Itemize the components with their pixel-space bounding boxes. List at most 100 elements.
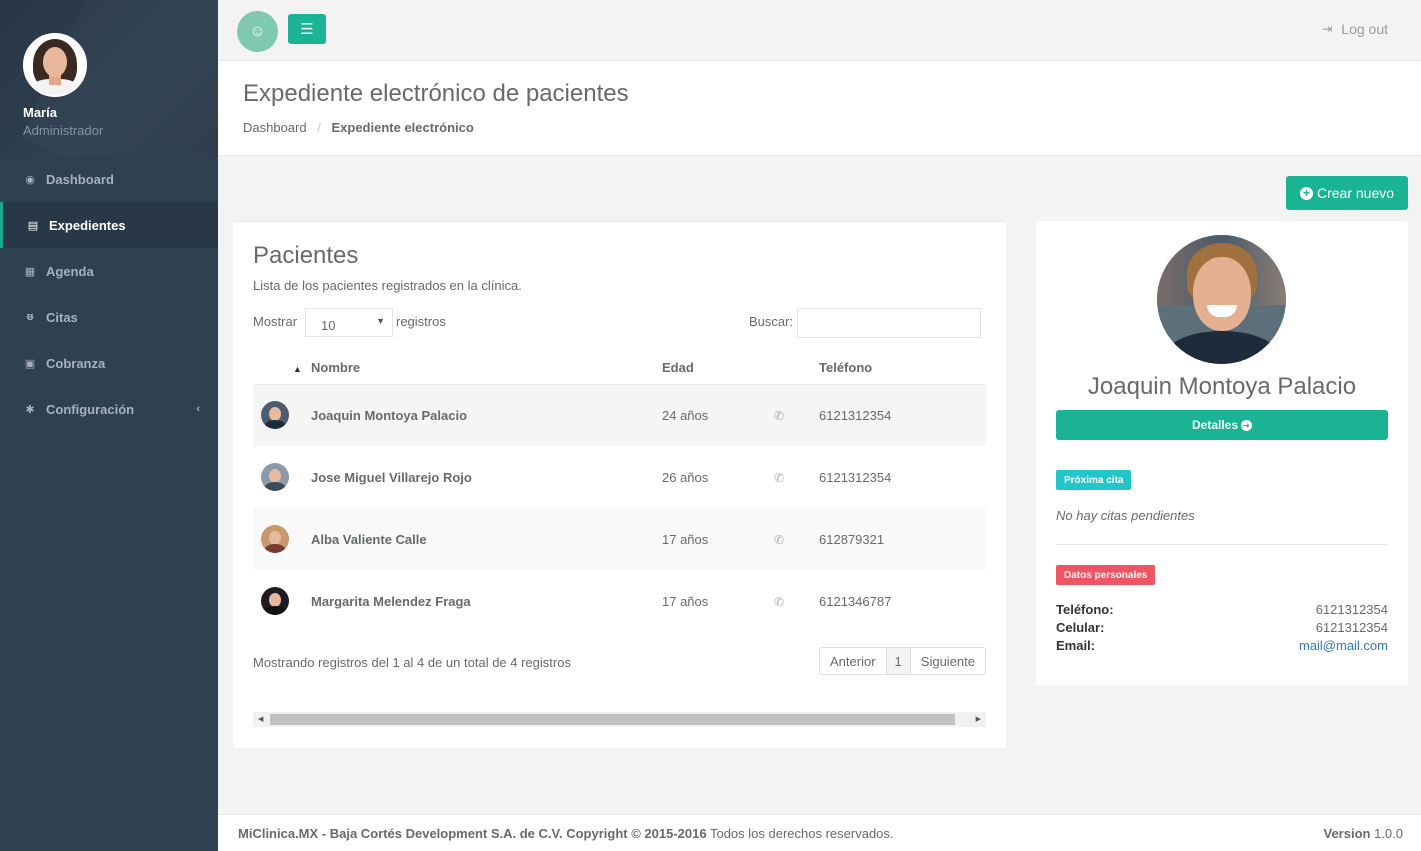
column-header-phone-icon[interactable] <box>774 352 819 385</box>
phone-icon: ✆ <box>774 470 785 485</box>
user-name[interactable]: María <box>23 105 218 120</box>
sort-column-header[interactable]: ▲ <box>253 352 311 385</box>
version-label: Version <box>1323 825 1371 841</box>
patient-age: 24 años <box>662 384 774 446</box>
clinic-logo-icon[interactable]: ☺ <box>237 11 278 52</box>
menu-toggle-button[interactable]: ☰ <box>288 14 326 44</box>
details-button[interactable]: Detalles ➜ <box>1056 410 1388 440</box>
scrollbar-thumb[interactable] <box>270 714 955 725</box>
phone-icon: ✆ <box>774 532 785 547</box>
file-icon: ▤ <box>27 219 39 232</box>
search-input[interactable] <box>797 308 981 338</box>
patient-phone: 6121312354 <box>819 469 892 485</box>
sidebar: María Administrador ◉ Dashboard ▤ Expedi… <box>0 0 218 851</box>
pagination-page[interactable]: 1 <box>886 648 911 674</box>
patient-avatar <box>261 525 289 553</box>
search-label: Buscar: <box>749 314 794 329</box>
plus-circle-icon: + <box>1299 186 1313 200</box>
create-new-label: Crear nuevo <box>1316 185 1395 201</box>
sidebar-item-label: Dashboard <box>46 171 114 187</box>
user-avatar[interactable] <box>23 33 87 97</box>
sidebar-item-citas[interactable]: ᵿ Citas <box>0 294 218 340</box>
sidebar-item-expedientes[interactable]: ▤ Expedientes <box>0 202 218 248</box>
money-icon: ▣ <box>24 357 36 370</box>
sidebar-item-label: Configuración <box>46 401 135 417</box>
version: Version 1.0.0 <box>1323 826 1403 841</box>
footer: MiClinica.MX - Baja Cortés Development S… <box>218 814 1421 851</box>
table-row[interactable]: Alba Valiente Calle 17 años ✆ 612879321 <box>253 508 986 570</box>
patient-age: 17 años <box>662 593 709 609</box>
copyright-rights: Todos los derechos reservados. <box>709 825 894 841</box>
page-length-select[interactable]: 10 ▼ <box>305 308 393 337</box>
stethoscope-icon: ᵿ <box>26 311 34 323</box>
page-length-value: 10 <box>321 318 336 333</box>
phone-value: 6121312354 <box>1315 602 1388 617</box>
sidebar-item-agenda[interactable]: ▦ Agenda <box>0 248 218 294</box>
phone-icon: ✆ <box>774 408 785 423</box>
table-row[interactable]: Joaquin Montoya Palacio 24 años ✆ 612131… <box>253 384 986 446</box>
user-profile: María Administrador <box>0 0 218 156</box>
patient-name[interactable]: Jose Miguel Villarejo Rojo <box>311 446 662 508</box>
caret-down-icon: ▼ <box>376 316 385 326</box>
pagination-prev[interactable]: Anterior <box>820 648 887 674</box>
logout-label: Log out <box>1341 21 1388 37</box>
email-link[interactable]: mail@mail.com <box>1299 638 1388 653</box>
sidebar-item-dashboard[interactable]: ◉ Dashboard <box>0 156 218 202</box>
scroll-right-icon[interactable]: ▶ <box>976 715 981 723</box>
patient-avatar <box>261 401 289 430</box>
column-header-age[interactable]: Edad <box>662 352 774 385</box>
patient-phone: 6121312354 <box>819 384 986 446</box>
phone-row: Teléfono: 6121312354 <box>1056 602 1388 617</box>
patient-name[interactable]: Alba Valiente Calle <box>311 508 662 570</box>
table-row[interactable]: Margarita Melendez Fraga 17 años ✆ 61213… <box>253 570 986 632</box>
sidebar-item-label: Citas <box>46 309 78 325</box>
column-header-phone[interactable]: Teléfono <box>819 352 986 385</box>
pagination: Anterior 1 Siguiente <box>819 647 986 675</box>
logout-link[interactable]: ⇥ Log out <box>1322 21 1388 37</box>
patients-panel: Pacientes Lista de los pacientes registr… <box>233 221 1006 748</box>
phone-icon: ✆ <box>774 594 785 609</box>
sidebar-item-label: Expedientes <box>49 217 126 233</box>
table-info: Mostrando registros del 1 al 4 de un tot… <box>253 655 571 670</box>
gear-icon: ✱ <box>25 403 35 416</box>
user-role: Administrador <box>23 123 104 138</box>
sign-out-icon: ⇥ <box>1322 22 1333 36</box>
page-title: Expediente electrónico de pacientes <box>243 80 629 107</box>
table-controls: Mostrar 10 ▼ registros Buscar: <box>253 308 986 338</box>
divider <box>1056 544 1388 545</box>
breadcrumb-home[interactable]: Dashboard <box>243 120 307 135</box>
no-appointments-text: No hay citas pendientes <box>1056 508 1195 523</box>
create-new-button[interactable]: + Crear nuevo <box>1286 176 1408 210</box>
scroll-left-icon[interactable]: ◀ <box>258 715 263 723</box>
column-header-name[interactable]: Nombre <box>311 352 662 385</box>
panel-subtitle: Lista de los pacientes registrados en la… <box>253 278 522 293</box>
cell-label: Celular: <box>1056 620 1105 635</box>
sidebar-nav: ◉ Dashboard ▤ Expedientes ▦ Agenda ᵿ Cit… <box>0 156 218 432</box>
pagination-next[interactable]: Siguiente <box>911 648 985 674</box>
patient-phone: 6121346787 <box>819 593 892 609</box>
sidebar-item-label: Cobranza <box>46 355 106 371</box>
sidebar-item-configuracion[interactable]: ✱ Configuración ‹ <box>0 386 218 432</box>
chevron-left-icon: ‹ <box>196 403 200 415</box>
arrow-circle-right-icon: ➜ <box>1241 419 1253 431</box>
email-label: Email: <box>1056 638 1096 653</box>
hamburger-icon: ☰ <box>300 21 314 38</box>
next-appointment-badge: Próxima cita <box>1056 470 1132 490</box>
patient-photo <box>1157 235 1286 364</box>
copyright-brand: MiClinica.MX - Baja Cortés Development S… <box>238 825 707 841</box>
personal-data-badge: Datos personales <box>1056 565 1156 585</box>
panel-title: Pacientes <box>253 242 359 269</box>
horizontal-scrollbar[interactable]: ◀ ▶ <box>253 712 986 727</box>
table-row[interactable]: Jose Miguel Villarejo Rojo 26 años ✆ 612… <box>253 446 986 508</box>
sidebar-item-label: Agenda <box>46 263 94 279</box>
breadcrumb-current: Expediente electrónico <box>331 120 474 135</box>
cell-value: 6121312354 <box>1315 620 1388 635</box>
page-heading: Expediente electrónico de pacientes Dash… <box>218 61 1421 156</box>
patient-name[interactable]: Joaquin Montoya Palacio <box>311 384 662 446</box>
patient-name[interactable]: Margarita Melendez Fraga <box>311 570 662 632</box>
patient-avatar <box>261 587 289 615</box>
email-row: Email: mail@mail.com <box>1056 638 1388 653</box>
dashboard-icon: ◉ <box>25 173 35 186</box>
patient-age: 17 años <box>662 508 774 570</box>
sidebar-item-cobranza[interactable]: ▣ Cobranza <box>0 340 218 386</box>
